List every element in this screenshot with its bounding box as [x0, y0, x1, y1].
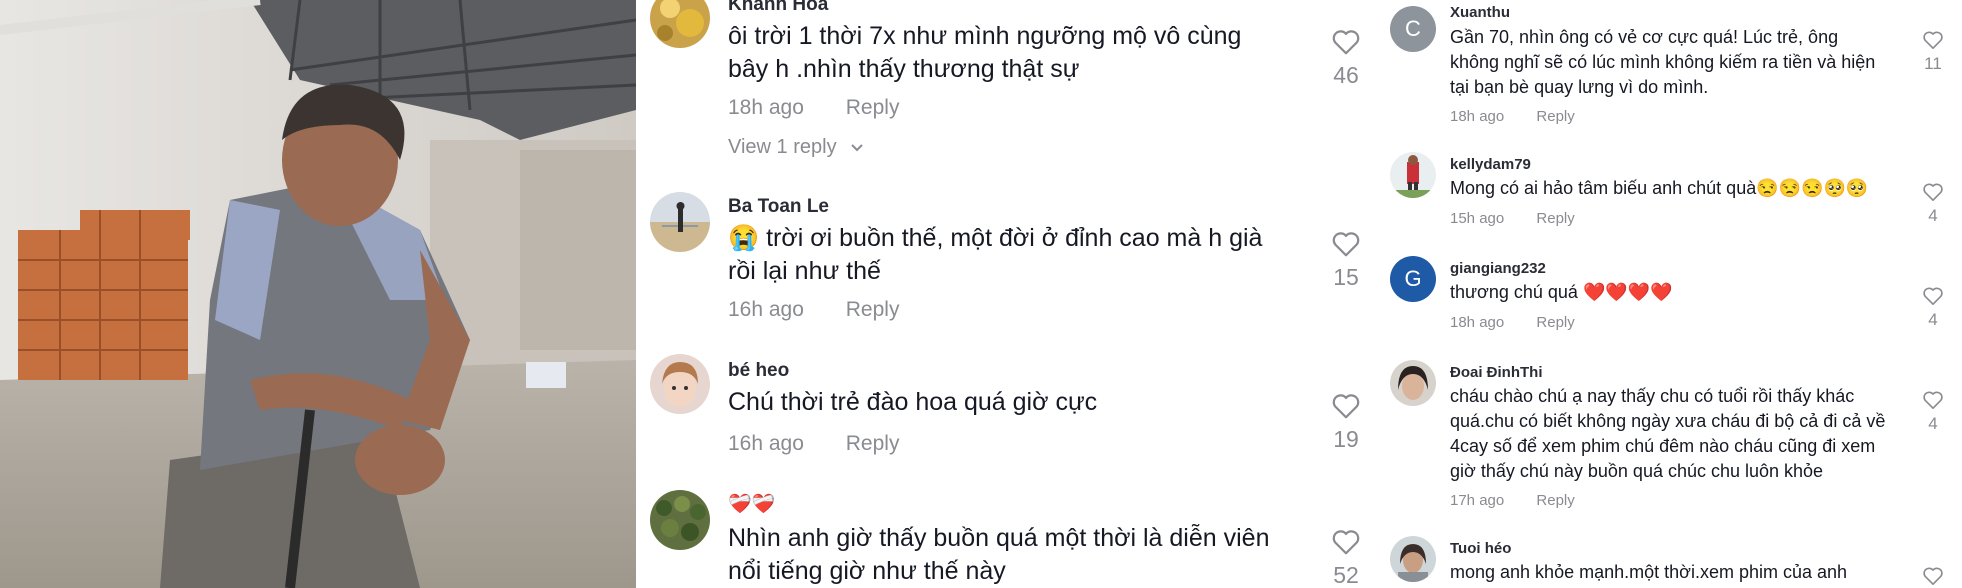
avatar[interactable]	[650, 192, 710, 252]
comment-meta: 16h ago Reply	[728, 298, 935, 322]
comment-meta: 15h ago Reply	[1450, 210, 1603, 227]
heart-outline-icon	[1332, 394, 1360, 419]
video-still-image	[0, 0, 636, 588]
heart-outline-icon	[1923, 391, 1943, 409]
reply-button[interactable]: Reply	[1536, 314, 1574, 331]
avatar[interactable]	[650, 0, 710, 48]
comments-column-middle: Khánh Hòa ôi trời 1 thời 7x như mình ngư…	[636, 0, 1384, 588]
video-frame[interactable]	[0, 0, 636, 588]
comment-author[interactable]: ❤️‍🩹❤️‍🩹	[728, 492, 775, 516]
comment-time: 15h ago	[1450, 210, 1505, 227]
comment-time: 17h ago	[1450, 492, 1505, 509]
like-count: 19	[1333, 426, 1359, 452]
like-button[interactable]: 4	[1918, 182, 1948, 226]
comment-time: 18h ago	[1450, 108, 1505, 125]
like-count: 15	[1333, 264, 1359, 290]
like-count: 4	[1928, 206, 1938, 225]
comment-meta: 18h ago Reply	[1450, 314, 1603, 331]
comment-text: thương chú quá ❤️❤️❤️❤️	[1450, 282, 1673, 302]
avatar[interactable]	[1390, 152, 1436, 198]
like-button[interactable]: 4	[1918, 390, 1948, 434]
comment-author[interactable]: Khánh Hòa	[728, 0, 828, 16]
avatar-letter: G	[1404, 266, 1422, 291]
comment-text: ôi trời 1 thời 7x như mình ngưỡng mộ vô …	[728, 22, 1242, 83]
like-button[interactable]: 4	[1918, 286, 1948, 330]
comment-meta: 16h ago Reply	[728, 432, 935, 456]
like-count: 4	[1928, 414, 1938, 433]
like-button[interactable]: 11	[1918, 30, 1948, 74]
comment-time: 16h ago	[728, 298, 804, 321]
like-button[interactable]	[1918, 566, 1948, 586]
avatar[interactable]	[1390, 536, 1436, 582]
avatar[interactable]: C	[1390, 6, 1436, 52]
reply-button[interactable]: Reply	[846, 96, 900, 119]
reply-button[interactable]: Reply	[846, 432, 900, 455]
avatar[interactable]	[650, 490, 710, 550]
reply-button[interactable]: Reply	[1536, 108, 1574, 125]
comment-time: 18h ago	[728, 96, 804, 119]
like-count: 11	[1924, 54, 1942, 73]
avatar[interactable]: G	[1390, 256, 1436, 302]
comments-column-right: C Xuanthu Gần 70, nhìn ông có vẻ cơ cực …	[1384, 0, 1962, 588]
comment-meta: 18h ago Reply	[1450, 108, 1603, 125]
heart-outline-icon	[1332, 30, 1360, 55]
comment-text: 😭 trời ơi buồn thế, một đời ở đỉnh cao m…	[728, 224, 1263, 285]
heart-outline-icon	[1923, 287, 1943, 305]
comment-author[interactable]: kellydam79	[1450, 156, 1531, 173]
heart-outline-icon	[1923, 567, 1943, 585]
chevron-down-icon	[851, 144, 863, 152]
comment-text: cháu chào chú ạ nay thấy chu có tuổi rồi…	[1450, 386, 1886, 481]
avatar[interactable]	[1390, 360, 1436, 406]
comment-author[interactable]: Xuanthu	[1450, 4, 1510, 21]
comment-author[interactable]: Tuoi héo	[1450, 540, 1511, 557]
reply-button[interactable]: Reply	[846, 298, 900, 321]
comment-meta: 17h ago Reply	[1450, 492, 1603, 509]
comment-author[interactable]: Ba Toan Le	[728, 196, 829, 218]
heart-outline-icon	[1923, 31, 1943, 49]
like-count: 52	[1333, 562, 1359, 588]
like-count: 4	[1928, 310, 1938, 329]
comment-text: Chú thời trẻ đào hoa quá giờ cực	[728, 388, 1098, 416]
avatar[interactable]	[650, 354, 710, 414]
comment-time: 16h ago	[728, 432, 804, 455]
comment-text: mong anh khỏe mạnh.một thời.xem phim của…	[1450, 562, 1848, 582]
reply-button[interactable]: Reply	[1536, 210, 1574, 227]
comment-time: 18h ago	[1450, 314, 1505, 331]
comment-meta: 18h ago Reply	[728, 96, 935, 120]
view-replies-label: View 1 reply	[728, 136, 837, 158]
like-count: 46	[1333, 62, 1359, 88]
like-button[interactable]: 19	[1326, 392, 1366, 453]
like-button[interactable]: 46	[1326, 28, 1366, 89]
heart-outline-icon	[1923, 183, 1943, 201]
comment-author[interactable]: Đoai ĐinhThi	[1450, 364, 1543, 381]
like-button[interactable]: 52	[1326, 528, 1366, 588]
comment-author[interactable]: bé heo	[728, 360, 789, 382]
comment-text: Mong có ai hảo tâm biếu anh chút quà😒😒😒🥺…	[1450, 178, 1869, 198]
comment-author[interactable]: giangiang232	[1450, 260, 1546, 277]
comment-text: Gần 70, nhìn ông có vẻ cơ cực quá! Lúc t…	[1450, 27, 1876, 97]
avatar-letter: C	[1405, 16, 1421, 41]
heart-outline-icon	[1332, 530, 1360, 555]
comment-text: Nhìn anh giờ thấy buồn quá một thời là d…	[728, 524, 1270, 585]
reply-button[interactable]: Reply	[1536, 492, 1574, 509]
like-button[interactable]: 15	[1326, 230, 1366, 291]
heart-outline-icon	[1332, 232, 1360, 257]
view-replies-button[interactable]: View 1 reply	[728, 136, 864, 159]
